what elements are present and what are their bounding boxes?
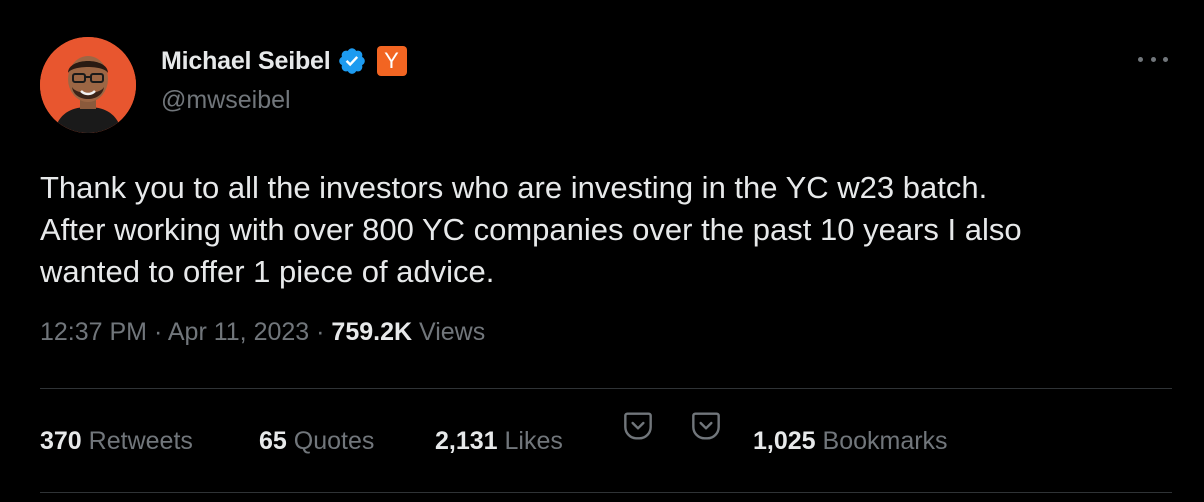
likes-stat[interactable]: 2,131 Likes: [435, 427, 563, 456]
verified-badge-icon[interactable]: [337, 46, 367, 76]
more-horizontal-icon: [1138, 56, 1143, 62]
tweet-time[interactable]: 12:37 PM: [40, 318, 147, 346]
views-label: Views: [419, 318, 486, 346]
views-count: 759.2K: [331, 318, 413, 346]
author-name[interactable]: Michael Seibel: [161, 47, 331, 76]
likes-count: 2,131: [435, 427, 498, 455]
yc-affiliate-badge[interactable]: Y: [376, 46, 407, 76]
more-options-button[interactable]: [1138, 48, 1168, 70]
retweets-count: 370: [40, 427, 82, 455]
yc-badge-label: Y: [384, 48, 399, 73]
bookmarks-label: Bookmarks: [822, 427, 948, 455]
quotes-label: Quotes: [293, 427, 375, 455]
avatar[interactable]: [40, 37, 136, 133]
tweet-page: { "author": { "name": "Michael Seibel", …: [0, 0, 1204, 502]
quotes-count: 65: [259, 427, 287, 455]
retweets-stat[interactable]: 370 Retweets: [40, 427, 193, 456]
chevron-down-icon[interactable]: [690, 409, 722, 441]
bookmarks-stat[interactable]: 1,025 Bookmarks: [753, 427, 948, 456]
tweet-text: Thank you to all the investors who are i…: [40, 170, 1022, 289]
meta-separator: ·: [153, 318, 163, 346]
more-horizontal-icon-dot: [1150, 56, 1156, 62]
tweet-meta: 12:37 PM · Apr 11, 2023 · 759.2K Views: [40, 318, 485, 347]
divider: [40, 492, 1172, 493]
author-handle[interactable]: @mwseibel: [161, 86, 291, 115]
author-name-row: Michael Seibel Y: [161, 44, 407, 78]
more-horizontal-icon-dot: [1163, 56, 1168, 62]
retweets-label: Retweets: [88, 427, 193, 455]
divider: [40, 388, 1172, 389]
meta-separator: ·: [316, 318, 325, 346]
avatar-photo: [40, 37, 136, 133]
tweet-date[interactable]: Apr 11, 2023: [168, 318, 309, 346]
quotes-stat[interactable]: 65 Quotes: [259, 427, 374, 456]
chevron-down-icon[interactable]: [622, 409, 654, 441]
likes-label: Likes: [504, 427, 563, 455]
bookmarks-count: 1,025: [753, 427, 816, 455]
